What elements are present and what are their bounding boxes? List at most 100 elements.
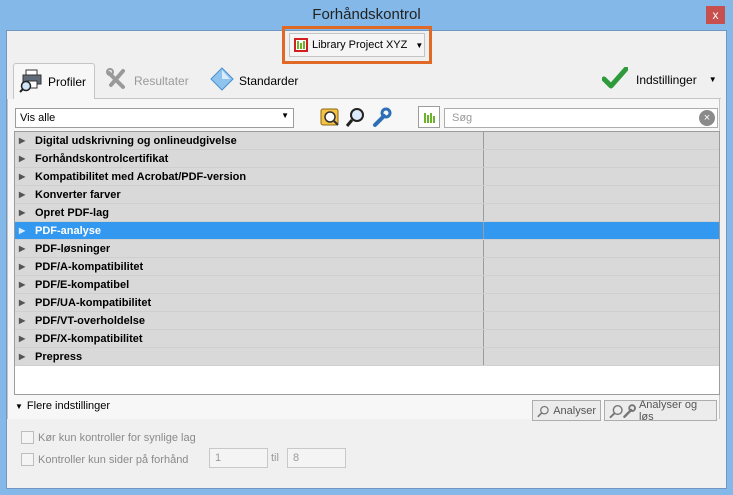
expand-arrow-icon[interactable]: ▶ (19, 334, 27, 343)
visible-layers-option[interactable]: Kør kun kontroller for synlige lag (21, 431, 196, 444)
expand-arrow-icon[interactable]: ▶ (19, 226, 27, 235)
magnifier-wrench-icon (609, 403, 636, 418)
category-row[interactable]: ▶ PDF/UA-kompatibilitet (15, 294, 719, 312)
settings-menu[interactable]: Indstillinger ▼ (601, 66, 717, 92)
category-row[interactable]: ▶ PDF/VT-overholdelse (15, 312, 719, 330)
category-row[interactable]: ▶ Konverter farver (15, 186, 719, 204)
tab-resultater-label: Resultater (134, 73, 189, 88)
tab-standarder-label: Standarder (239, 73, 299, 88)
column-separator (483, 222, 484, 239)
close-button[interactable]: x (706, 6, 725, 24)
settings-label: Indstillinger (636, 72, 697, 87)
analyze-label: Analyser (553, 404, 596, 417)
more-settings-label: Flere indstillinger (26, 400, 111, 412)
category-label: PDF/E-kompatibel (35, 278, 130, 291)
wrench-cross-icon (105, 67, 129, 94)
green-check-icon (601, 66, 629, 92)
column-separator (483, 150, 484, 167)
edit-profile-button[interactable] (371, 106, 393, 128)
pages-label: Kontroller kun sider på forhånd (38, 453, 189, 466)
column-separator (483, 294, 484, 311)
category-label: PDF-løsninger (35, 242, 111, 255)
clear-search-icon[interactable]: × (699, 110, 715, 126)
magnifier-icon (345, 108, 364, 127)
visible-layers-checkbox[interactable] (21, 431, 34, 444)
tab-resultater[interactable]: Resultater (105, 67, 189, 94)
wrench-icon (373, 107, 392, 127)
category-label: PDF/UA-kompatibilitet (35, 296, 152, 309)
tab-profiler[interactable]: Profiler (13, 63, 95, 99)
window-title: Forhåndskontrol (312, 6, 421, 23)
expand-arrow-icon[interactable]: ▶ (19, 136, 27, 145)
analyze-button[interactable]: Analyser (532, 400, 601, 421)
column-separator (483, 186, 484, 203)
analyze-fix-label: Analyser og løs (638, 398, 698, 423)
category-label: PDF/A-kompatibilitet (35, 260, 144, 273)
column-separator (483, 258, 484, 275)
expand-arrow-icon[interactable]: ▶ (19, 280, 27, 289)
search-input[interactable]: Søg × (444, 108, 718, 128)
column-separator (483, 132, 484, 149)
category-row[interactable]: ▶ Forhåndskontrolcertifikat (15, 150, 719, 168)
filter-value: Vis alle (20, 112, 56, 124)
library-toggle-button[interactable] (418, 106, 440, 128)
preflight-window: Forhåndskontrol x Library Project XYZ ▼ … (0, 0, 733, 495)
profile-category-list: ▶ Digital udskrivning og onlineudgivelse ▶… (14, 131, 720, 395)
chevron-down-icon: ▼ (708, 75, 717, 84)
category-label: Forhåndskontrolcertifikat (35, 152, 169, 165)
category-row[interactable]: ▶ PDF-analyse (15, 222, 719, 240)
chevron-down-icon: ▼ (15, 401, 23, 411)
expand-arrow-icon[interactable]: ▶ (19, 316, 27, 325)
profile-filter-icon (320, 108, 339, 126)
category-label: PDF/X-kompatibilitet (35, 332, 143, 345)
magnifier-icon (537, 405, 549, 417)
library-dropdown[interactable]: Library Project XYZ ▼ (289, 33, 425, 57)
category-label: Digital udskrivning og onlineudgivelse (35, 134, 237, 147)
pages-option[interactable]: Kontroller kun sider på forhånd (21, 453, 188, 466)
category-row[interactable]: ▶ PDF/E-kompatibel (15, 276, 719, 294)
category-row[interactable]: ▶ Prepress (15, 348, 719, 366)
column-separator (483, 168, 484, 185)
pages-checkbox[interactable] (21, 453, 34, 466)
select-profiles-button[interactable] (319, 106, 341, 128)
expand-arrow-icon[interactable]: ▶ (19, 244, 27, 253)
more-settings-toggle[interactable]: ▼ Flere indstillinger (15, 400, 110, 412)
find-button[interactable] (345, 106, 367, 128)
tab-divider (95, 98, 721, 99)
library-chart-icon (422, 110, 436, 124)
library-chart-icon (294, 38, 308, 52)
from-page-input[interactable]: 1 (209, 448, 268, 468)
category-label: Opret PDF-lag (35, 206, 109, 219)
til-label: til (271, 452, 279, 464)
search-placeholder: Søg (452, 112, 473, 124)
category-label: PDF/VT-overholdelse (35, 314, 146, 327)
column-separator (483, 312, 484, 329)
category-label: PDF-analyse (35, 224, 102, 237)
diamond-icon (210, 67, 234, 94)
filter-select[interactable]: Vis alle ▼ (15, 108, 294, 128)
column-separator (483, 330, 484, 347)
chevron-down-icon: ▼ (415, 40, 424, 50)
expand-arrow-icon[interactable]: ▶ (19, 172, 27, 181)
column-separator (483, 204, 484, 221)
expand-arrow-icon[interactable]: ▶ (19, 298, 27, 307)
to-page-input[interactable]: 8 (287, 448, 346, 468)
category-row[interactable]: ▶ Opret PDF-lag (15, 204, 719, 222)
category-row[interactable]: ▶ PDF-løsninger (15, 240, 719, 258)
category-row[interactable]: ▶ Digital udskrivning og onlineudgivelse (15, 132, 719, 150)
category-row[interactable]: ▶ PDF/X-kompatibilitet (15, 330, 719, 348)
column-separator (483, 276, 484, 293)
library-label: Library Project XYZ (312, 39, 408, 51)
expand-arrow-icon[interactable]: ▶ (19, 262, 27, 271)
expand-arrow-icon[interactable]: ▶ (19, 154, 27, 163)
tab-profiler-label: Profiler (48, 74, 87, 89)
column-separator (483, 348, 484, 365)
category-row[interactable]: ▶ PDF/A-kompatibilitet (15, 258, 719, 276)
tab-standarder[interactable]: Standarder (210, 67, 298, 94)
analyze-fix-button[interactable]: Analyser og løs (604, 398, 717, 423)
category-row[interactable]: ▶ Kompatibilitet med Acrobat/PDF-version (15, 168, 719, 186)
expand-arrow-icon[interactable]: ▶ (19, 190, 27, 199)
category-label: Konverter farver (35, 188, 121, 201)
expand-arrow-icon[interactable]: ▶ (19, 352, 27, 361)
expand-arrow-icon[interactable]: ▶ (19, 208, 27, 217)
